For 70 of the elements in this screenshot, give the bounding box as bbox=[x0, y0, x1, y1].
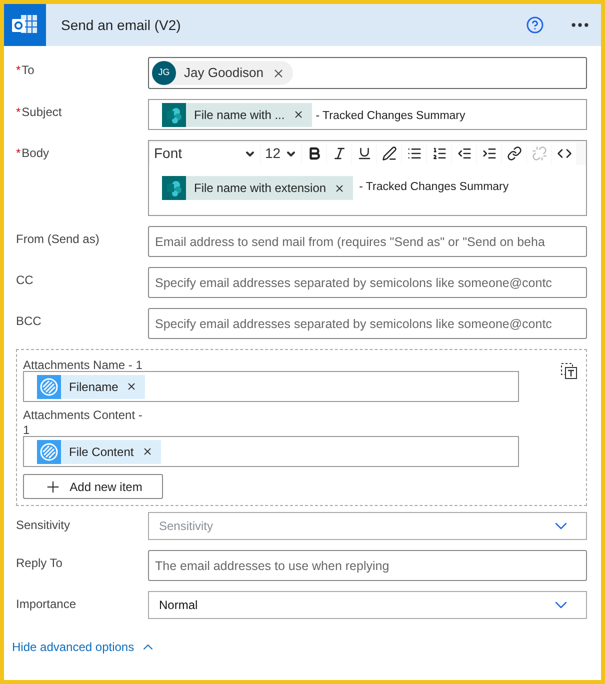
field-label: BCC bbox=[16, 313, 42, 330]
indent-button[interactable] bbox=[477, 142, 501, 164]
field-label: Subject bbox=[22, 104, 62, 121]
underline-icon bbox=[356, 146, 372, 161]
italic-icon bbox=[332, 146, 346, 161]
size-dropdown[interactable]: 12 bbox=[261, 142, 301, 164]
remove-icon[interactable] bbox=[272, 66, 284, 80]
body-editor[interactable]: Font 12 File name with extension - Tracked Changes Summary bbox=[148, 140, 587, 216]
text-field[interactable]: Email address to send mail from (requires "Send as" or "Send on beha bbox=[148, 226, 587, 257]
outdent-icon bbox=[456, 146, 472, 161]
required-asterisk: * bbox=[16, 145, 21, 162]
dropdown[interactable]: Normal bbox=[148, 591, 587, 619]
font-dropdown[interactable]: Font bbox=[150, 142, 260, 164]
field-label: From (Send as) bbox=[16, 231, 100, 248]
sharepoint-logo-icon bbox=[162, 176, 186, 200]
bold-icon bbox=[306, 146, 322, 161]
link-icon bbox=[506, 146, 522, 161]
variable-icon bbox=[37, 374, 61, 398]
field-label: CC bbox=[16, 272, 34, 289]
text-field[interactable]: The email addresses to use when replying bbox=[148, 550, 587, 581]
help-icon[interactable] bbox=[526, 16, 544, 34]
code-button[interactable] bbox=[552, 142, 576, 164]
field-label: Importance bbox=[16, 596, 76, 613]
field-label: Reply To bbox=[16, 555, 62, 572]
field-text: - Tracked Changes Summary bbox=[316, 108, 466, 124]
remove-icon[interactable] bbox=[334, 182, 346, 194]
attachment-label: Attachments Name - 1 bbox=[23, 358, 144, 373]
unlink-icon bbox=[532, 146, 546, 161]
field-label: Body bbox=[22, 145, 50, 162]
pen-button[interactable] bbox=[377, 142, 401, 164]
pen-icon bbox=[382, 146, 396, 161]
attachment-field[interactable]: File Content bbox=[23, 436, 519, 467]
link-button[interactable] bbox=[502, 142, 526, 164]
underline-button[interactable] bbox=[352, 142, 376, 164]
action-title: Send an email (V2) bbox=[61, 16, 182, 35]
text-field[interactable]: Specify email addresses separated by semicolons like someone@contc bbox=[148, 308, 587, 339]
required-asterisk: * bbox=[16, 62, 21, 79]
required-asterisk: * bbox=[16, 104, 21, 121]
avatar-initials: JG bbox=[152, 61, 176, 85]
attachment-field[interactable]: Filename bbox=[23, 371, 519, 402]
text-mode-icon[interactable] bbox=[560, 362, 578, 380]
token-chip[interactable]: File name with ... bbox=[162, 102, 312, 126]
numbered-list-button[interactable] bbox=[427, 142, 451, 164]
remove-icon[interactable] bbox=[126, 381, 138, 392]
recipient-name: Jay Goodison bbox=[183, 64, 264, 82]
italic-button[interactable] bbox=[327, 142, 351, 164]
token-chip[interactable]: Filename bbox=[37, 374, 146, 398]
variable-icon bbox=[37, 440, 61, 464]
to-field[interactable]: JG Jay Goodison bbox=[148, 57, 587, 89]
recipient-chip[interactable]: JG Jay Goodison bbox=[152, 61, 292, 85]
indent-icon bbox=[482, 146, 496, 161]
bold-button[interactable] bbox=[302, 142, 326, 164]
token-chip[interactable]: File name with extension bbox=[162, 176, 354, 200]
code-icon bbox=[556, 146, 572, 161]
bullet-list-button[interactable] bbox=[402, 142, 426, 164]
hide-advanced-link[interactable]: Hide advanced options bbox=[12, 638, 156, 656]
bullet-list-icon bbox=[406, 146, 422, 161]
token-chip[interactable]: File Content bbox=[37, 440, 161, 464]
outdent-button[interactable] bbox=[452, 142, 476, 164]
sharepoint-logo-icon bbox=[162, 102, 186, 126]
numbered-list-icon bbox=[432, 146, 446, 161]
remove-icon[interactable] bbox=[292, 109, 304, 120]
field-label: Sensitivity bbox=[16, 517, 70, 534]
attachment-label: Attachments Content - 1 bbox=[23, 408, 144, 438]
remove-icon[interactable] bbox=[142, 446, 153, 457]
add-item-button[interactable]: Add new item bbox=[23, 474, 163, 499]
field-text: - Tracked Changes Summary bbox=[359, 180, 509, 196]
subject-field[interactable]: File name with ... - Tracked Changes Summary bbox=[148, 99, 587, 130]
text-field[interactable]: Specify email addresses separated by semicolons like someone@contc bbox=[148, 267, 587, 298]
field-label: To bbox=[22, 62, 34, 79]
